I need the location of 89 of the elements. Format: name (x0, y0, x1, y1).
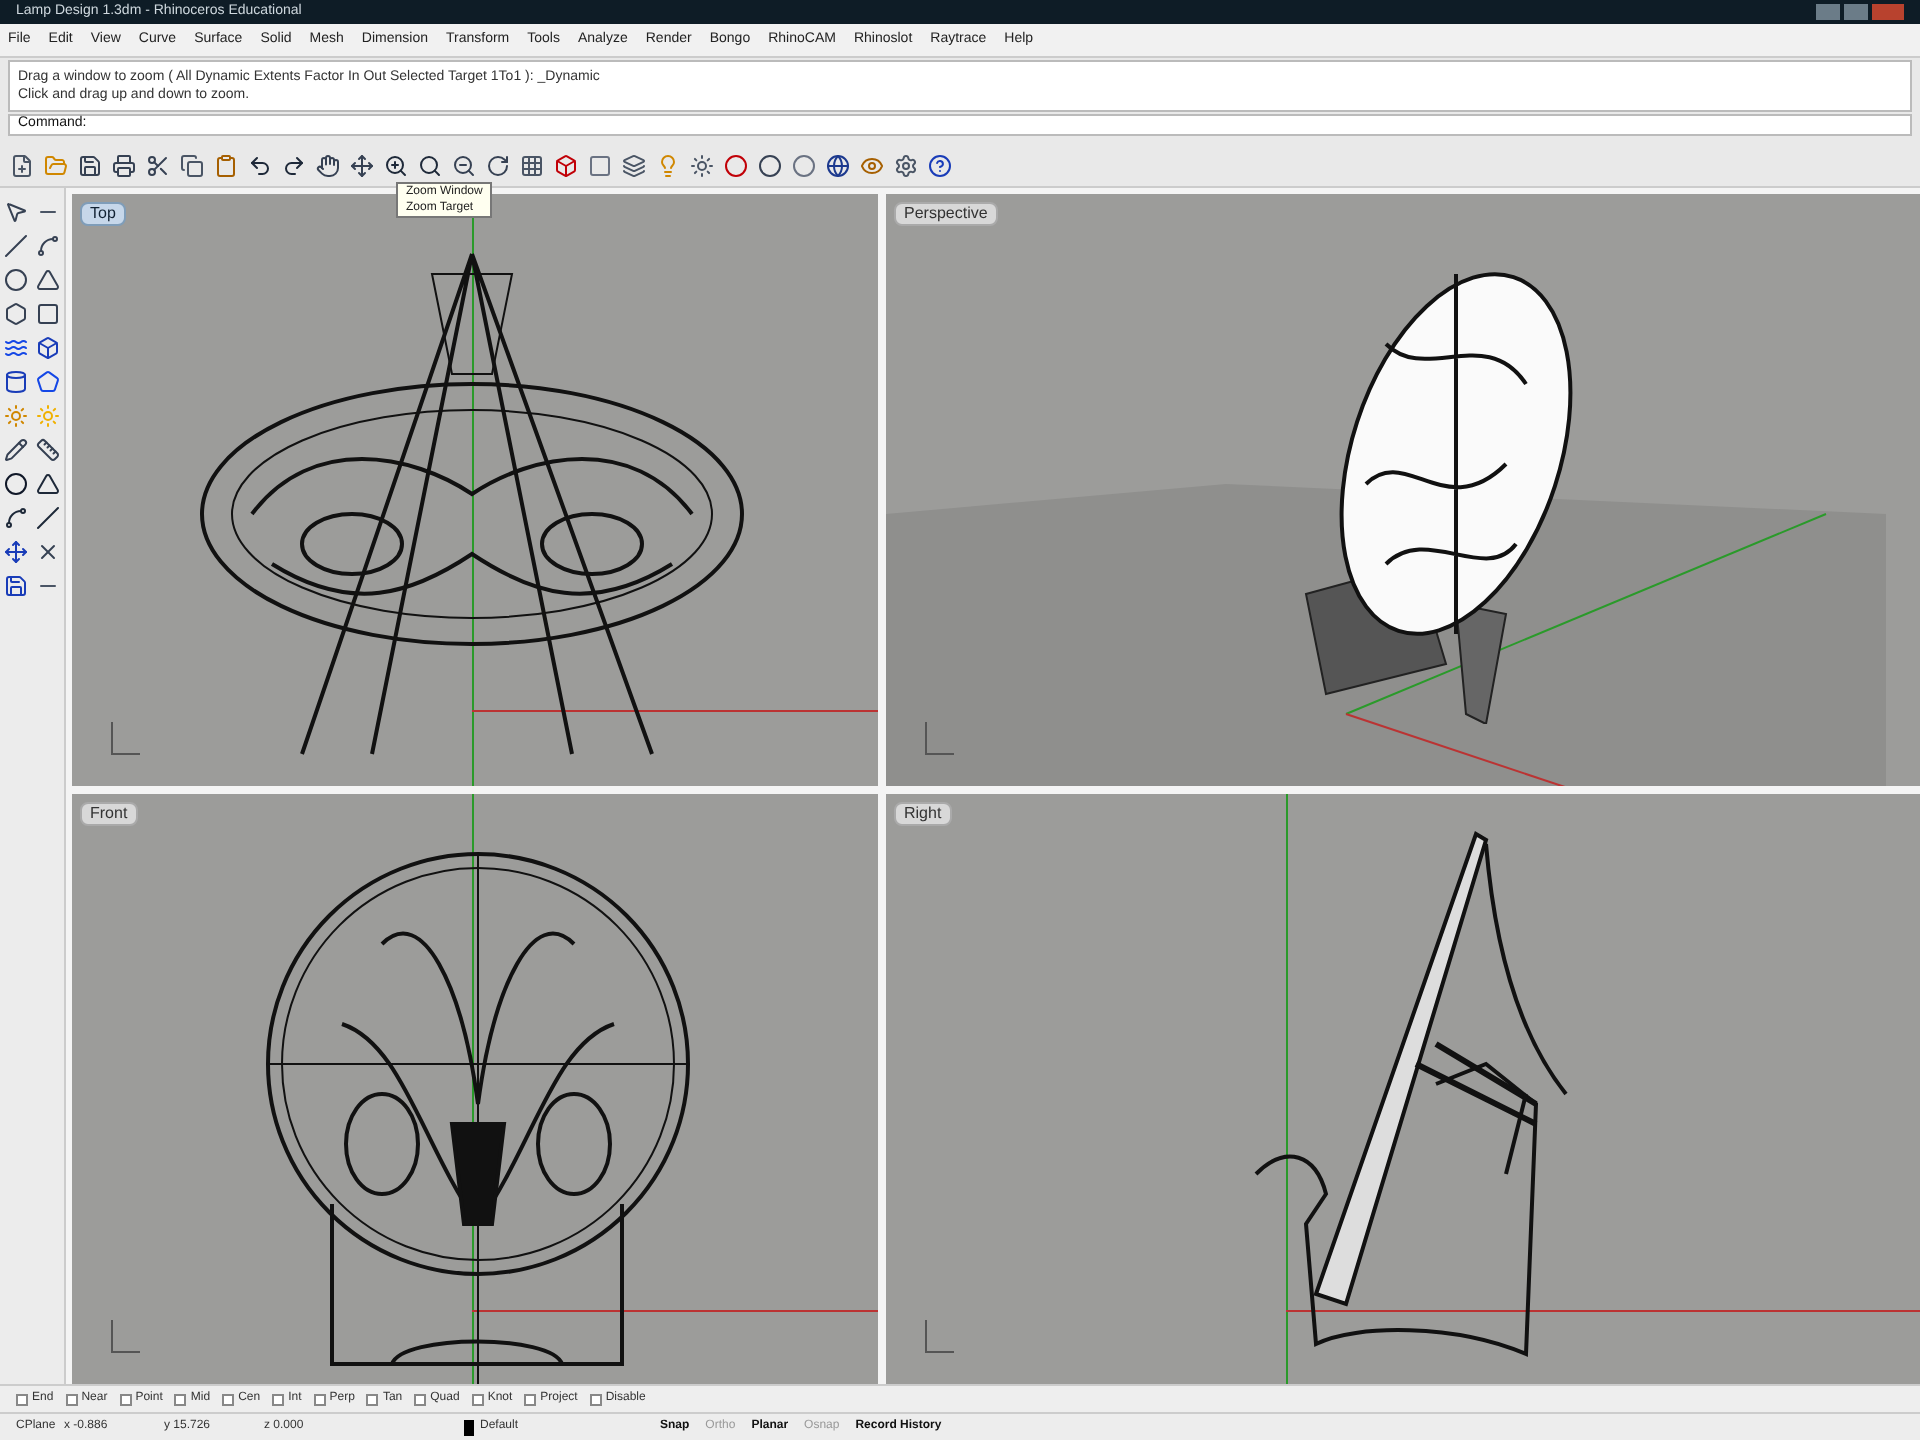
tool-button[interactable] (0, 298, 32, 330)
move-icon (350, 153, 374, 177)
toolbar-button[interactable] (314, 149, 342, 181)
ruler-icon (36, 438, 60, 462)
grid-icon (520, 153, 544, 177)
settings-icon (894, 153, 918, 177)
viewport[interactable]: Perspective (886, 194, 1920, 785)
toolbar-button[interactable] (552, 149, 580, 181)
cylinder-icon (4, 370, 28, 394)
tool-button[interactable] (32, 434, 64, 466)
clipboard-icon (214, 153, 238, 177)
polygon-icon (4, 302, 28, 326)
tool-button[interactable] (32, 230, 64, 262)
osnap-checkbox[interactable] (65, 1393, 78, 1405)
toolbar-button[interactable] (892, 149, 920, 181)
tool-button[interactable] (32, 502, 64, 534)
osnap-checkbox[interactable] (222, 1393, 235, 1405)
toolbar-button[interactable] (824, 149, 852, 181)
toolbar-button[interactable] (926, 149, 954, 181)
pointer-icon (4, 200, 28, 224)
osnap-checkbox[interactable] (366, 1393, 379, 1405)
viewport[interactable]: Right (886, 793, 1920, 1384)
tool-button[interactable] (0, 434, 32, 466)
print-icon (112, 153, 136, 177)
save-icon (78, 153, 102, 177)
box-icon (36, 336, 60, 360)
toolbar-button[interactable] (620, 149, 648, 181)
zoom-out-icon (452, 153, 476, 177)
light-icon (4, 404, 28, 428)
osnap-checkbox[interactable] (589, 1393, 602, 1405)
zoom-in-icon (384, 153, 408, 177)
rotate-icon (486, 153, 510, 177)
viewport[interactable]: Front (72, 793, 878, 1384)
tool-button[interactable] (0, 502, 32, 534)
move-icon (4, 540, 28, 564)
pencil-icon (4, 438, 28, 462)
magnifier-icon (418, 153, 442, 177)
toolbar-button[interactable] (756, 149, 784, 181)
scissors-icon (146, 153, 170, 177)
tool-button[interactable] (32, 332, 64, 364)
circle-icon (4, 268, 28, 292)
surface-icon (4, 336, 28, 360)
cross-icon (36, 540, 60, 564)
tool-button[interactable] (0, 230, 32, 262)
tool-button[interactable] (0, 570, 32, 602)
tool-button[interactable] (0, 536, 32, 568)
folder-icon (44, 153, 68, 177)
tool-button[interactable] (32, 298, 64, 330)
toolbar-button[interactable] (688, 149, 716, 181)
sun-icon (690, 153, 714, 177)
box-icon (554, 153, 578, 177)
osnap-checkbox[interactable] (174, 1393, 187, 1405)
osnap-checkbox[interactable] (313, 1393, 326, 1405)
new-file-icon (10, 153, 34, 177)
osnap-checkbox[interactable] (471, 1393, 484, 1405)
eye-icon (860, 153, 884, 177)
hand-icon (316, 153, 340, 177)
osnap-checkbox[interactable] (272, 1393, 285, 1405)
viewport-label[interactable]: Top (80, 202, 126, 226)
copy-icon (180, 153, 204, 177)
lightbulb-icon (656, 153, 680, 177)
toolbar-button[interactable] (178, 149, 206, 181)
toolbar-button[interactable] (110, 149, 138, 181)
tool-button[interactable] (32, 468, 64, 500)
toolbar-button[interactable] (8, 149, 36, 181)
rectangle-icon (36, 302, 60, 326)
square-icon (588, 153, 612, 177)
tool-button[interactable] (0, 468, 32, 500)
toolbar-button[interactable] (348, 149, 376, 181)
curve-icon (4, 506, 28, 530)
tool-button[interactable] (0, 366, 32, 398)
tool-button[interactable] (32, 264, 64, 296)
undo-icon (248, 153, 272, 177)
osnap-checkbox[interactable] (414, 1393, 427, 1405)
redo-icon (282, 153, 306, 177)
layers-icon (622, 153, 646, 177)
viewport-label[interactable]: Perspective (894, 202, 998, 226)
viewport-label[interactable]: Right (894, 801, 952, 825)
layer-swatch (464, 1419, 474, 1435)
osnap-checkbox[interactable] (119, 1393, 132, 1405)
tool-button[interactable] (0, 264, 32, 296)
viewport-label[interactable]: Front (80, 801, 138, 825)
osnap-checkbox[interactable] (524, 1393, 537, 1405)
line-icon (36, 506, 60, 530)
help-icon (928, 153, 952, 177)
curve-icon (36, 234, 60, 258)
osnap-checkbox[interactable] (16, 1393, 28, 1405)
globe-icon (826, 153, 850, 177)
toolbar-button[interactable] (722, 149, 750, 181)
